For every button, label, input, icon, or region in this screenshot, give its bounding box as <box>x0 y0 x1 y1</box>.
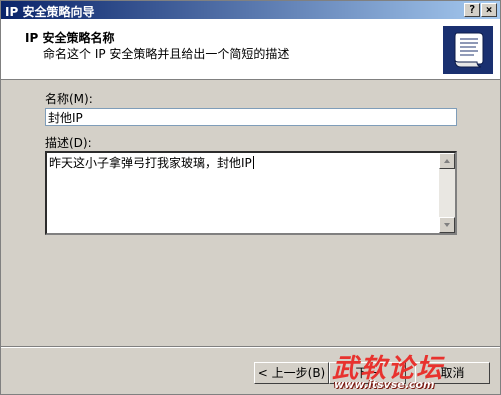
arrow-down-icon <box>444 223 450 227</box>
next-button[interactable]: 下一 <box>329 362 406 384</box>
arrow-up-icon <box>444 159 450 163</box>
name-label: 名称(M): <box>45 92 93 106</box>
description-textarea[interactable]: 昨天这小子拿弹弓打我家玻璃，封他IP <box>45 151 457 235</box>
back-button[interactable]: < 上一步(B) <box>254 362 329 384</box>
close-button[interactable]: × <box>481 3 497 17</box>
description-scrollbar[interactable] <box>439 153 455 233</box>
scroll-down-button[interactable] <box>439 217 455 233</box>
page-subtitle: 命名这个 IP 安全策略并且给出一个简短的描述 <box>43 47 290 61</box>
help-button[interactable]: ? <box>464 3 480 17</box>
description-text: 昨天这小子拿弹弓打我家玻璃，封他IP <box>49 156 252 170</box>
title-bar[interactable]: IP 安全策略向导 ? × <box>1 1 500 19</box>
footer-separator <box>1 346 500 348</box>
scroll-document-icon <box>443 26 493 74</box>
wizard-window: IP 安全策略向导 ? × IP 安全策略名称 命名这个 IP 安全策略并且给出… <box>0 0 501 395</box>
description-label: 描述(D): <box>45 136 92 150</box>
page-title: IP 安全策略名称 <box>25 31 115 45</box>
name-input[interactable] <box>45 108 457 126</box>
cancel-button[interactable]: 取消 <box>415 362 490 384</box>
wizard-header: IP 安全策略名称 命名这个 IP 安全策略并且给出一个简短的描述 <box>1 19 500 80</box>
scroll-up-button[interactable] <box>439 153 455 169</box>
window-title: IP 安全策略向导 <box>5 5 95 19</box>
